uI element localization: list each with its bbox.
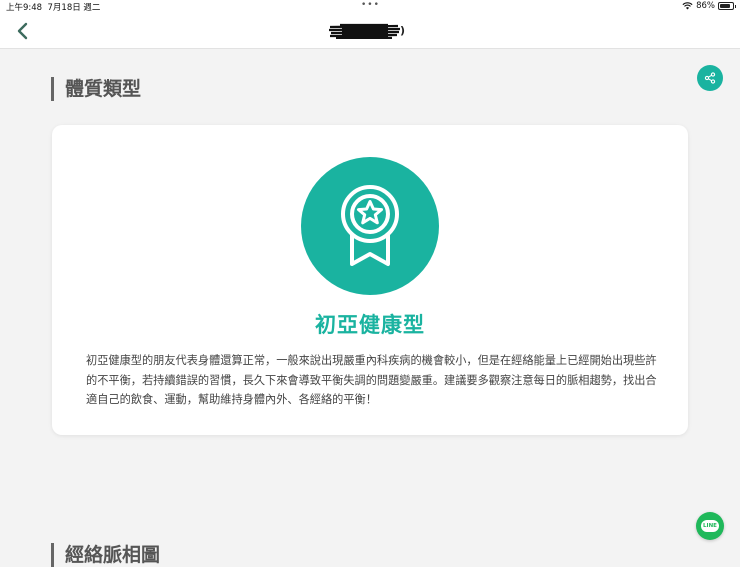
status-indicators: 86% (682, 1, 736, 11)
line-chat-icon: LINE (701, 520, 719, 532)
share-icon (704, 72, 716, 84)
constitution-type-name: 初亞健康型 (315, 313, 425, 337)
battery-icon (718, 2, 736, 10)
constitution-description: 初亞健康型的朋友代表身體還算正常，一般來說出現嚴重內科疾病的機會較小，但是在經絡… (86, 354, 657, 406)
battery-fill (720, 4, 731, 8)
status-time-date: 上午9:48 7月18日 週二 (6, 1, 100, 13)
status-date: 7月18日 週二 (47, 3, 101, 13)
wifi-icon (682, 2, 693, 10)
battery-percent: 86% (696, 1, 715, 11)
line-chat-button[interactable]: LINE (696, 512, 724, 540)
award-star-icon (341, 185, 399, 266)
nav-title-suffix: ) (400, 24, 406, 37)
chevron-left-icon[interactable] (12, 20, 34, 42)
status-bar: 上午9:48 7月18日 週二 ••• 86% (0, 0, 740, 13)
section-title-pulse-chart: 經絡脈相圖 (51, 543, 160, 567)
status-time: 上午9:48 (6, 3, 43, 13)
section-title-constitution: 體質類型 (51, 77, 141, 101)
constitution-card: 初亞健康型 初亞健康型的朋友代表身體還算正常，一般來說出現嚴重內科疾病的機會較小… (52, 125, 688, 435)
share-button[interactable] (697, 65, 723, 91)
nav-bar: ) (0, 13, 740, 49)
redacted-scribble (328, 23, 401, 39)
nav-title: ) (328, 22, 418, 40)
badge-circle (301, 157, 439, 295)
multitasking-dots[interactable]: ••• (361, 0, 380, 10)
